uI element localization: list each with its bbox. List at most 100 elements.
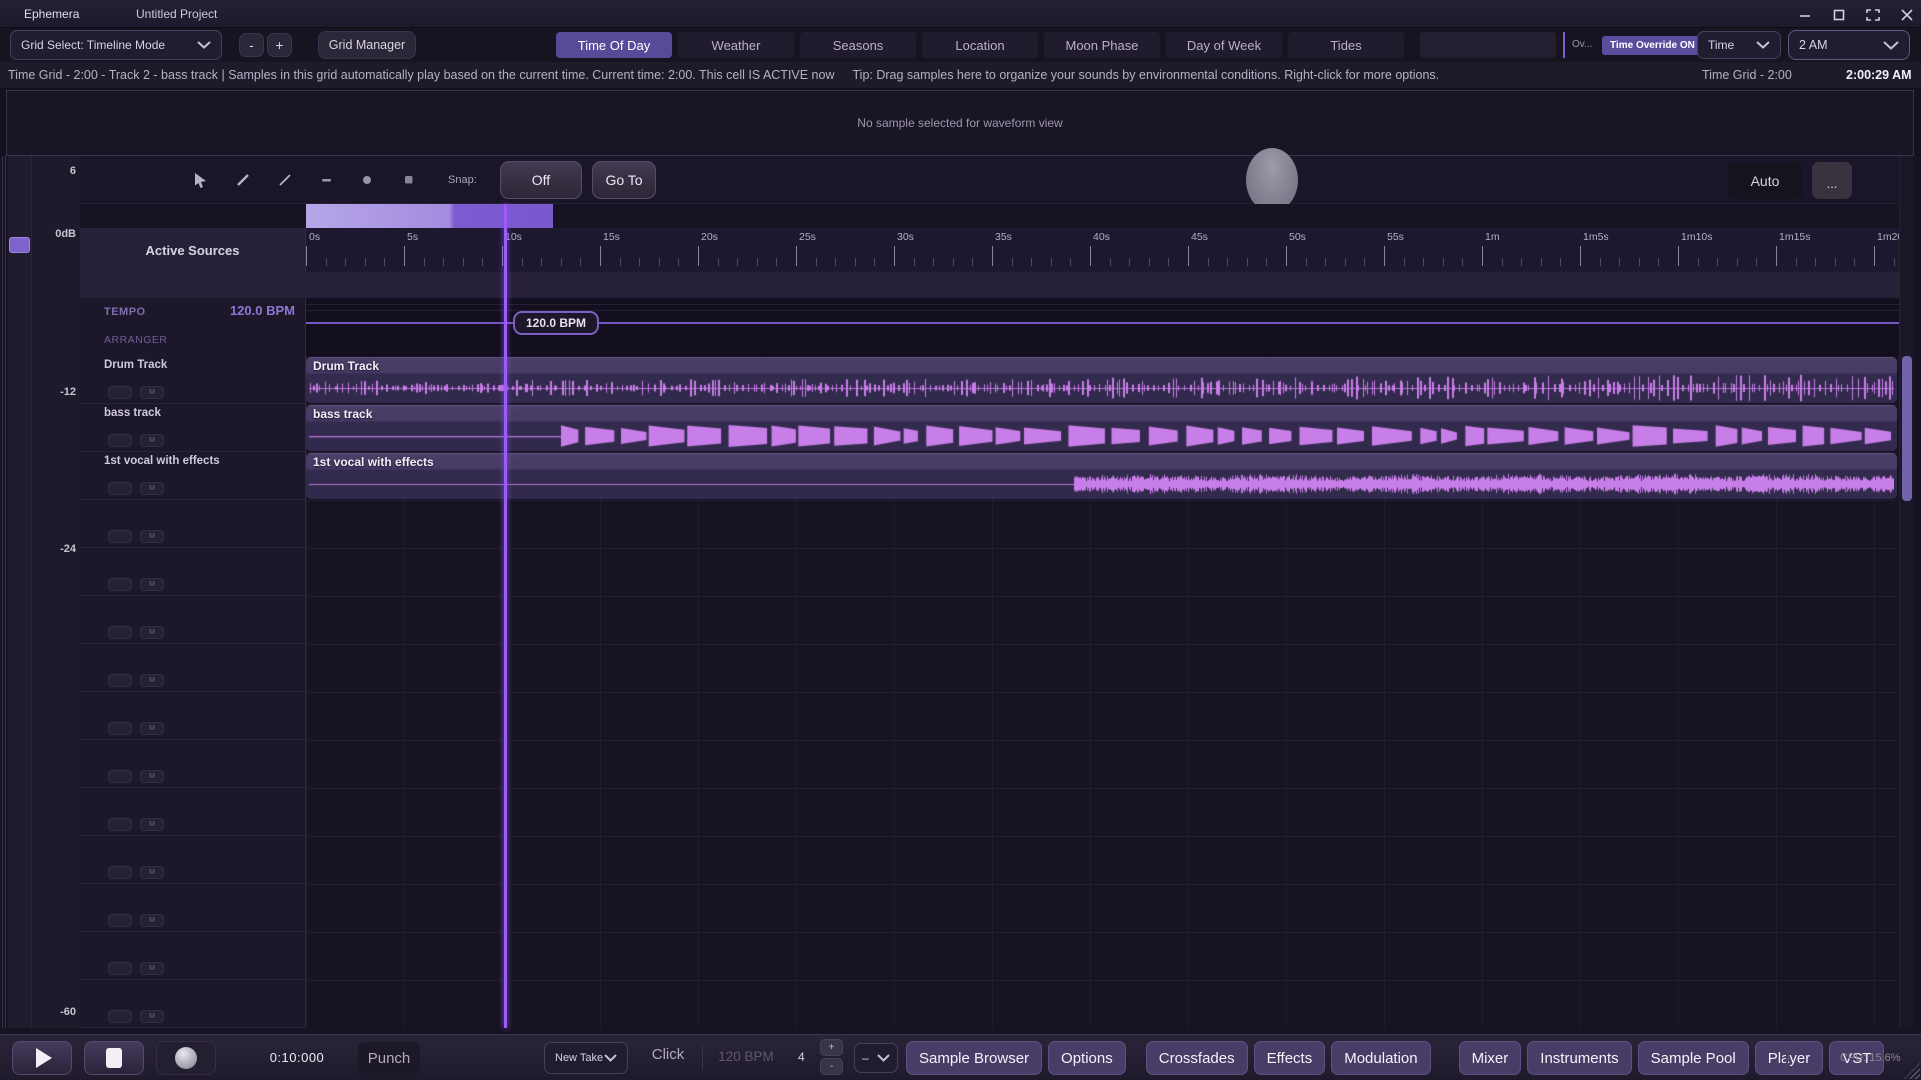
vertical-scrollbar-thumb[interactable] (1902, 356, 1912, 501)
maximize-button[interactable] (1828, 6, 1850, 23)
audio-clip[interactable]: Drum Track (306, 357, 1897, 403)
empty-track-row: ·M (80, 980, 306, 1028)
stop-button[interactable] (84, 1041, 144, 1075)
track-mute-button[interactable]: M (140, 626, 164, 639)
auto-button[interactable]: Auto (1728, 162, 1802, 199)
audio-clip[interactable]: 1st vocal with effects (306, 453, 1897, 499)
panel-button-sample-browser[interactable]: Sample Browser (906, 1041, 1042, 1075)
track-mini-buttons: ·M (108, 482, 164, 495)
grid-hline (306, 884, 1899, 885)
square-tool-button[interactable] (398, 169, 420, 191)
panel-button-player[interactable]: Player (1755, 1041, 1824, 1075)
punch-button[interactable]: Punch (358, 1042, 420, 1074)
fullscreen-button[interactable] (1862, 6, 1884, 23)
playhead[interactable] (504, 204, 507, 1028)
tab-tides[interactable]: Tides (1288, 32, 1404, 58)
panel-button-modulation[interactable]: Modulation (1331, 1041, 1430, 1075)
tab-location[interactable]: Location (922, 32, 1038, 58)
tempo-automation-lane[interactable]: 120.0 BPM (306, 298, 1899, 356)
select-tool-button[interactable] (190, 169, 212, 191)
minimize-button[interactable] (1794, 6, 1816, 23)
panel-button-effects[interactable]: Effects (1254, 1041, 1326, 1075)
track-mute-button[interactable]: M (140, 818, 164, 831)
grid-manager-button[interactable]: Grid Manager (318, 31, 416, 59)
track-arm-button[interactable]: · (108, 578, 132, 591)
track-mute-button[interactable]: M (140, 914, 164, 927)
close-button[interactable] (1896, 6, 1918, 23)
track-mute-button[interactable]: M (140, 530, 164, 543)
override-mode-dropdown[interactable]: Time (1697, 31, 1781, 59)
tempo-value[interactable]: 120.0 BPM (230, 303, 295, 318)
play-button[interactable] (12, 1041, 72, 1075)
draw-tool-button[interactable] (232, 169, 254, 191)
ruler-tick-minor (561, 258, 562, 266)
take-mode-dropdown[interactable]: New Take (544, 1042, 628, 1074)
goto-button[interactable]: Go To (592, 161, 656, 199)
track-arm-button[interactable]: · (108, 818, 132, 831)
panel-button-options[interactable]: Options (1048, 1041, 1126, 1075)
track-mute-button[interactable]: M (140, 674, 164, 687)
resize-grip-icon[interactable] (1904, 1063, 1920, 1079)
track-arm-button[interactable]: · (108, 626, 132, 639)
master-fader-track[interactable] (8, 156, 32, 1028)
track-mute-button[interactable]: M (140, 866, 164, 879)
panel-button-crossfades[interactable]: Crossfades (1146, 1041, 1248, 1075)
time-override-toggle[interactable]: Time Override ON (1602, 36, 1703, 55)
snap-toggle-button[interactable]: Off (500, 161, 582, 199)
track-arm-button[interactable]: · (108, 962, 132, 975)
track-mute-button[interactable]: M (140, 434, 164, 447)
grid-zoom-out-button[interactable]: - (239, 33, 264, 57)
track-arm-button[interactable]: · (108, 770, 132, 783)
track-mute-button[interactable]: M (140, 962, 164, 975)
record-button[interactable] (156, 1041, 216, 1075)
track-arm-button[interactable]: · (108, 1010, 132, 1023)
empty-track-row: ·M (80, 884, 306, 932)
tab-moon-phase[interactable]: Moon Phase (1044, 32, 1160, 58)
panel-button-sample-pool[interactable]: Sample Pool (1638, 1041, 1749, 1075)
track-arm-button[interactable]: · (108, 386, 132, 399)
beats-decrement-button[interactable]: - (820, 1058, 843, 1075)
track-arm-button[interactable]: · (108, 674, 132, 687)
click-toggle-button[interactable]: Click (640, 1046, 696, 1063)
tab-day-of-week[interactable]: Day of Week (1166, 32, 1282, 58)
left-resize-gutter[interactable] (0, 156, 8, 1028)
tab-weather[interactable]: Weather (678, 32, 794, 58)
beats-increment-button[interactable]: + (820, 1039, 843, 1056)
loop-selection-row[interactable] (80, 204, 1899, 228)
ruler-tick-major (1776, 246, 1777, 266)
jog-knob[interactable] (1246, 148, 1298, 212)
ruler-tick-minor (678, 258, 679, 266)
track-mute-button[interactable]: M (140, 1010, 164, 1023)
track-arm-button[interactable]: · (108, 434, 132, 447)
meter-dropdown[interactable]: – (854, 1043, 898, 1073)
chevron-down-icon (604, 1054, 617, 1062)
grid-zoom-in-button[interactable]: + (267, 33, 292, 57)
grid-select-dropdown[interactable]: Grid Select: Timeline Mode (10, 30, 222, 60)
track-mute-button[interactable]: M (140, 386, 164, 399)
line-tool-button[interactable] (274, 169, 296, 191)
panel-button-instruments[interactable]: Instruments (1527, 1041, 1631, 1075)
track-arm-button[interactable]: · (108, 866, 132, 879)
track-arm-button[interactable]: · (108, 914, 132, 927)
track-mute-button[interactable]: M (140, 770, 164, 783)
panel-button-mixer[interactable]: Mixer (1459, 1041, 1522, 1075)
track-arm-button[interactable]: · (108, 530, 132, 543)
track-mute-button[interactable]: M (140, 482, 164, 495)
track-mute-button[interactable]: M (140, 578, 164, 591)
override-value-dropdown[interactable]: 2 AM (1788, 30, 1910, 60)
tab-seasons[interactable]: Seasons (800, 32, 916, 58)
timeline-ruler[interactable]: 0s5s10s15s20s25s30s35s40s45s50s55s1m1m5s… (306, 228, 1899, 272)
master-fader-handle[interactable] (9, 237, 30, 253)
track-mute-button[interactable]: M (140, 722, 164, 735)
tab-time-of-day[interactable]: Time Of Day (556, 32, 672, 58)
status-clock: 2:00:29 AM (1846, 68, 1912, 82)
loop-selection-range[interactable] (306, 204, 553, 228)
vertical-scrollbar[interactable] (1899, 156, 1913, 1028)
audio-clip[interactable]: bass track (306, 405, 1897, 451)
dot-tool-button[interactable] (356, 169, 378, 191)
dash-tool-button[interactable] (316, 169, 338, 191)
track-arm-button[interactable]: · (108, 482, 132, 495)
tempo-marker-badge[interactable]: 120.0 BPM (513, 311, 599, 335)
track-arm-button[interactable]: · (108, 722, 132, 735)
more-options-button[interactable]: ... (1812, 162, 1852, 199)
